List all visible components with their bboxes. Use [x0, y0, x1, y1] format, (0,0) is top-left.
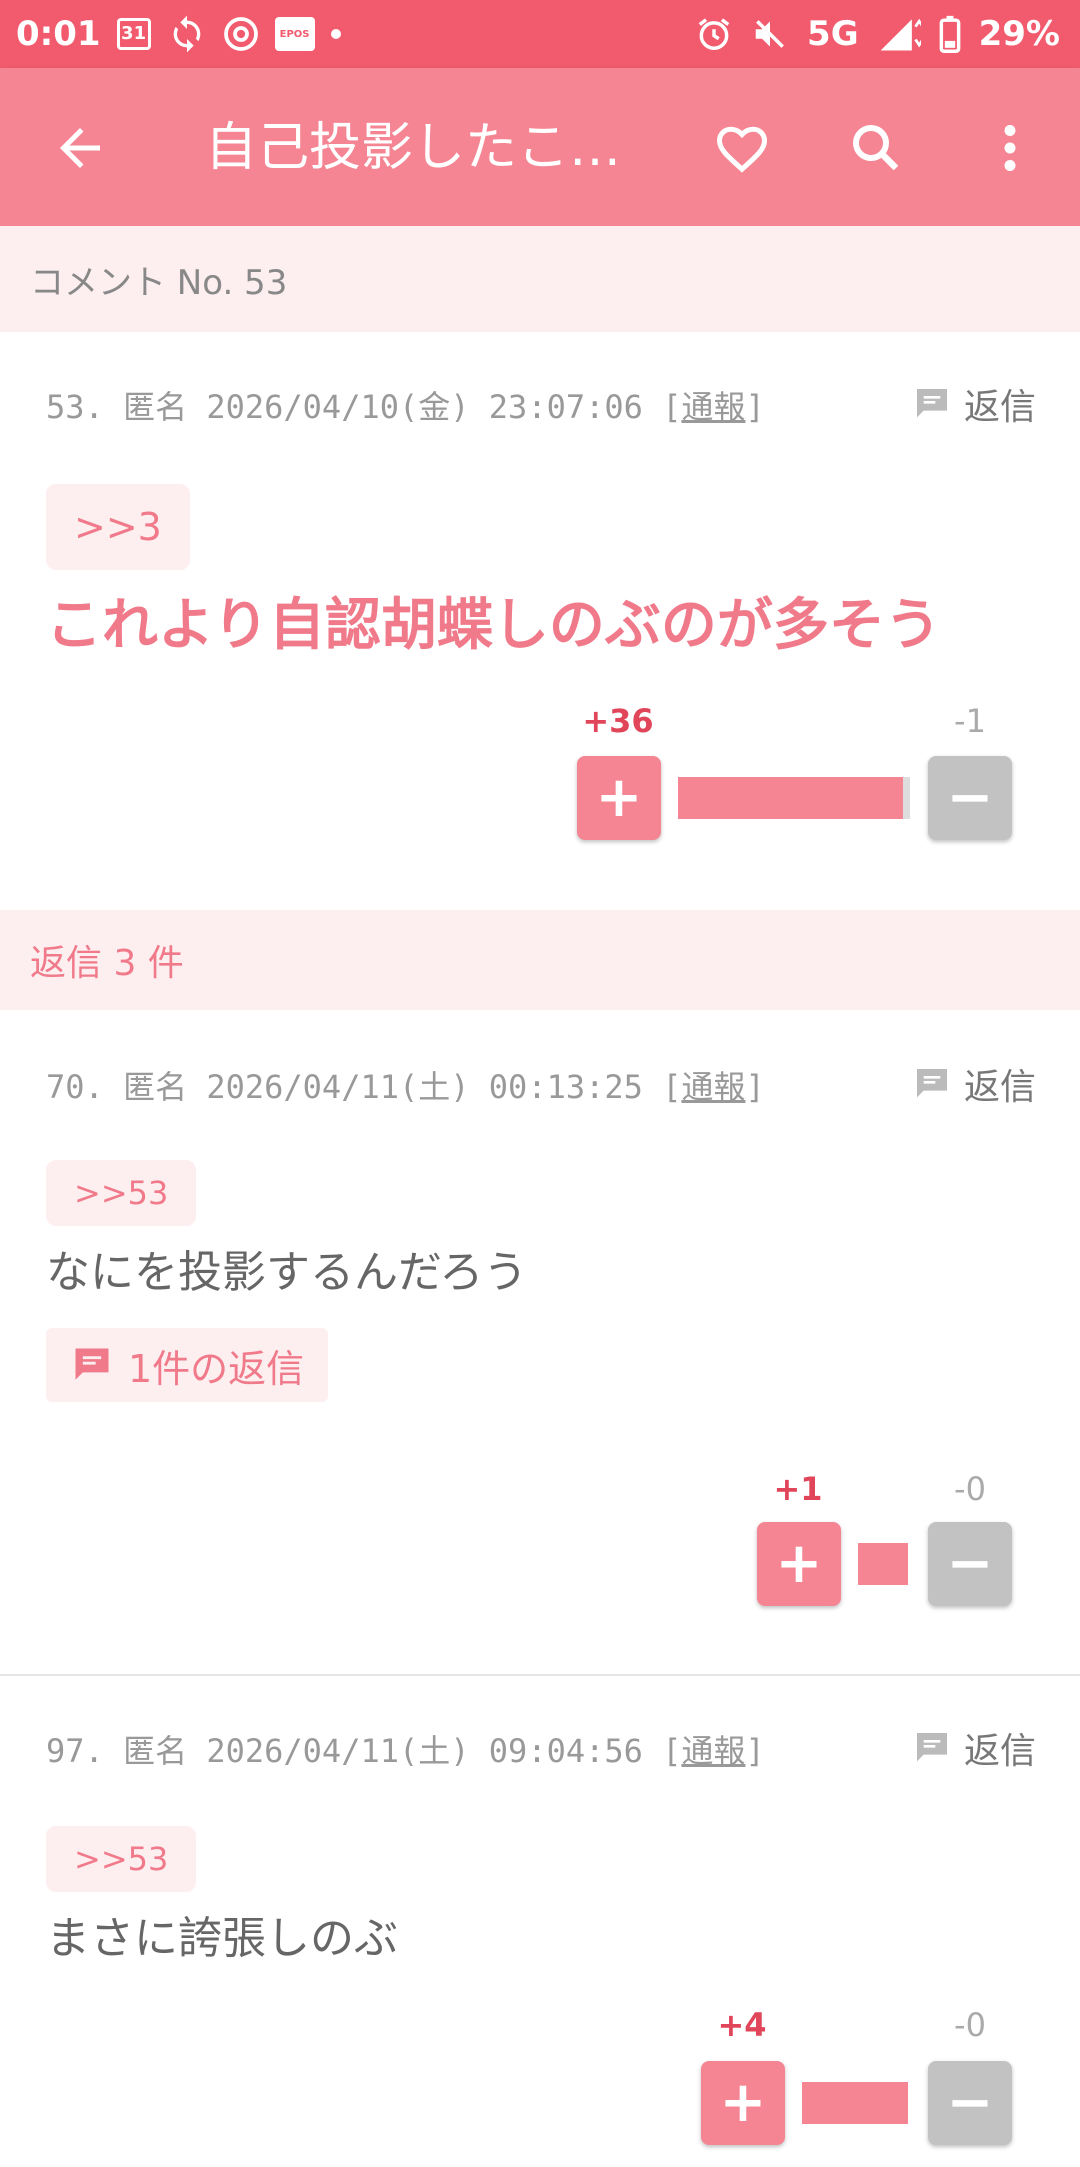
status-time: 0:01 [16, 14, 101, 54]
battery-icon [939, 15, 961, 53]
mute-icon [751, 15, 789, 53]
reply-button[interactable]: 返信 [912, 378, 1036, 430]
comment-icon [916, 389, 947, 418]
vote-ratio-bar [802, 2082, 908, 2124]
minus-count: -0 [954, 1470, 986, 1508]
reply-anchor-link[interactable]: >>53 [46, 1826, 197, 1892]
plus-count: +4 [717, 2006, 767, 2044]
comment-number-header: コメント No. 53 [0, 226, 1080, 332]
sync-icon [167, 14, 207, 54]
minus-button[interactable]: − [928, 2061, 1012, 2145]
heart-icon[interactable] [712, 118, 772, 178]
thread-replies-button[interactable]: 1件の返信 [46, 1328, 329, 1402]
vote-ratio-fill [858, 1543, 908, 1585]
back-icon[interactable] [50, 118, 110, 178]
reply-button[interactable]: 返信 [912, 1058, 1036, 1110]
vote-ratio-fill [678, 777, 904, 819]
minus-count: -1 [954, 702, 986, 740]
comment-meta: 70. 匿名 2026/04/11(土) 00:13:25 [通報] [46, 1068, 765, 1106]
status-bar: 0:01 31 EPOS 5G 29% [0, 0, 1080, 68]
reply-anchor-link[interactable]: >>53 [46, 1160, 197, 1226]
plus-count: +36 [582, 702, 654, 740]
reply-button[interactable]: 返信 [912, 1722, 1036, 1774]
minus-button[interactable]: − [928, 1522, 1012, 1606]
report-link[interactable]: 通報 [681, 1732, 745, 1770]
comment-icon [916, 1733, 947, 1762]
battery-level: 29% [978, 14, 1060, 54]
comment-body: なにを投影するんだろう [46, 1247, 528, 1298]
comment-body: これより自認胡蝶しのぶのが多そう [46, 593, 941, 658]
notification-dot-icon [330, 29, 341, 39]
vote-ratio-bar [858, 1543, 908, 1585]
alarm-icon [695, 15, 733, 53]
plus-button[interactable]: + [577, 756, 661, 840]
plus-count: +1 [773, 1470, 823, 1508]
signal-icon [877, 15, 921, 53]
reply-comment: 97. 匿名 2026/04/11(土) 09:04:56 [通報] 返信 >>… [0, 1676, 1080, 2167]
comment-icon [916, 1069, 947, 1098]
comment-meta: 97. 匿名 2026/04/11(土) 09:04:56 [通報] [46, 1732, 765, 1770]
chrome-icon [223, 16, 259, 52]
more-icon[interactable] [990, 118, 1030, 178]
report-link[interactable]: 通報 [681, 388, 745, 426]
comment-body: まさに誇張しのぶ [46, 1913, 398, 1964]
minus-count: -0 [954, 2006, 986, 2044]
page-title: 自己投影したこ… [205, 118, 622, 178]
vote-ratio-bar [678, 777, 910, 819]
reply-anchor-link[interactable]: >>3 [46, 484, 190, 570]
replies-header: 返信 3 件 [0, 910, 1080, 1010]
epos-icon: EPOS [274, 17, 315, 51]
app-bar: 自己投影したこ… [0, 68, 1080, 226]
parent-comment: 53. 匿名 2026/04/10(金) 23:07:06 [通報] 返信 >>… [0, 332, 1080, 910]
comment-icon [75, 1348, 109, 1380]
search-icon[interactable] [846, 118, 906, 178]
report-link[interactable]: 通報 [681, 1068, 745, 1106]
plus-button[interactable]: + [701, 2061, 785, 2145]
comment-meta: 53. 匿名 2026/04/10(金) 23:07:06 [通報] [46, 388, 765, 426]
minus-button[interactable]: − [928, 756, 1012, 840]
calendar-icon: 31 [116, 18, 151, 50]
vote-ratio-fill [802, 2082, 908, 2124]
plus-button[interactable]: + [757, 1522, 841, 1606]
reply-comment: 70. 匿名 2026/04/11(土) 00:13:25 [通報] 返信 >>… [0, 1010, 1080, 1674]
network-type: 5G [807, 14, 859, 54]
